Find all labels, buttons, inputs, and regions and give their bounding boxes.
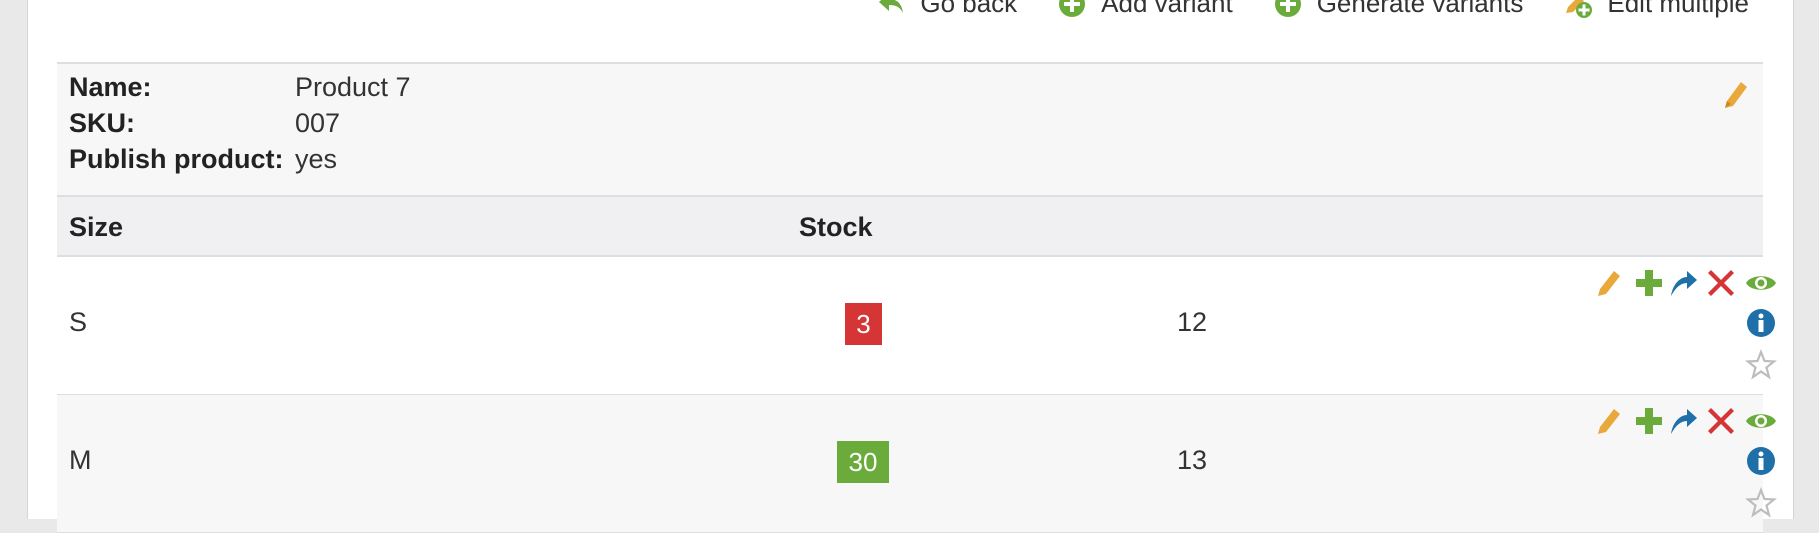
plus-circle-icon xyxy=(1059,0,1086,17)
product-info-panel: Name: Product 7 SKU: 007 Publish product… xyxy=(57,62,1763,197)
star-icon xyxy=(1745,349,1777,380)
star-icon xyxy=(1745,487,1777,518)
add-child-button[interactable] xyxy=(1633,267,1665,299)
info-icon xyxy=(1747,447,1775,475)
go-back-button[interactable]: Go back xyxy=(876,0,1017,19)
name-row: Name: Product 7 xyxy=(69,72,411,103)
edit-multiple-button[interactable]: Edit multiple xyxy=(1563,0,1749,19)
delete-variant-button[interactable] xyxy=(1705,405,1737,437)
pencil-icon xyxy=(1598,271,1620,296)
edit-multiple-label: Edit multiple xyxy=(1607,0,1749,18)
pencil-icon xyxy=(1725,82,1747,108)
add-variant-label: Add variant xyxy=(1101,0,1233,18)
info-icon xyxy=(1747,309,1775,337)
edit-multiple-icon xyxy=(1566,0,1593,18)
edit-variant-button[interactable] xyxy=(1593,267,1625,299)
view-variant-button[interactable] xyxy=(1745,405,1777,437)
publish-value: yes xyxy=(295,144,338,174)
table-row: M 30 13 xyxy=(57,395,1777,533)
edit-product-button[interactable] xyxy=(1721,78,1751,112)
stock-badge: 3 xyxy=(845,303,882,345)
plus-circle-icon xyxy=(1274,0,1301,17)
go-back-label: Go back xyxy=(920,0,1018,18)
table-row: S 3 12 xyxy=(57,257,1777,395)
toolbar: Go back Add variant Generate variants Ed… xyxy=(876,0,1749,19)
move-variant-button[interactable] xyxy=(1667,405,1699,437)
size-cell: M xyxy=(69,445,92,475)
edit-variant-button[interactable] xyxy=(1593,405,1625,437)
favorite-variant-button[interactable] xyxy=(1745,487,1777,519)
variant-info-button[interactable] xyxy=(1745,307,1777,339)
product-name: Product 7 xyxy=(295,72,411,102)
sku-row: SKU: 007 xyxy=(69,108,340,139)
share-arrow-icon xyxy=(1671,271,1697,296)
view-variant-button[interactable] xyxy=(1745,267,1777,299)
value-cell: 12 xyxy=(1177,307,1208,337)
add-child-button[interactable] xyxy=(1633,405,1665,437)
favorite-variant-button[interactable] xyxy=(1745,349,1777,381)
product-sku: 007 xyxy=(295,108,341,138)
table-header: Size Stock xyxy=(57,197,1763,257)
add-variant-button[interactable]: Add variant xyxy=(1057,0,1233,19)
publish-row: Publish product: yes xyxy=(69,144,337,175)
plus-icon xyxy=(1636,408,1662,434)
close-icon xyxy=(1708,270,1734,296)
stock-badge: 30 xyxy=(837,441,889,483)
publish-label: Publish product: xyxy=(69,144,284,174)
name-label: Name: xyxy=(69,72,152,102)
value-cell: 13 xyxy=(1177,445,1208,475)
move-variant-button[interactable] xyxy=(1667,267,1699,299)
plus-icon xyxy=(1636,270,1662,296)
size-header: Size xyxy=(69,212,124,242)
generate-variants-button[interactable]: Generate variants xyxy=(1273,0,1524,19)
generate-variants-label: Generate variants xyxy=(1316,0,1524,18)
arrow-back-icon xyxy=(879,0,904,13)
pencil-icon xyxy=(1598,409,1620,434)
size-cell: S xyxy=(69,307,88,337)
eye-icon xyxy=(1746,414,1776,428)
stock-header: Stock xyxy=(799,212,873,242)
share-arrow-icon xyxy=(1671,409,1697,434)
delete-variant-button[interactable] xyxy=(1705,267,1737,299)
page: Go back Add variant Generate variants Ed… xyxy=(27,0,1794,533)
sku-label: SKU: xyxy=(69,108,135,138)
eye-icon xyxy=(1746,276,1776,290)
close-icon xyxy=(1708,408,1734,434)
variant-info-button[interactable] xyxy=(1745,445,1777,477)
